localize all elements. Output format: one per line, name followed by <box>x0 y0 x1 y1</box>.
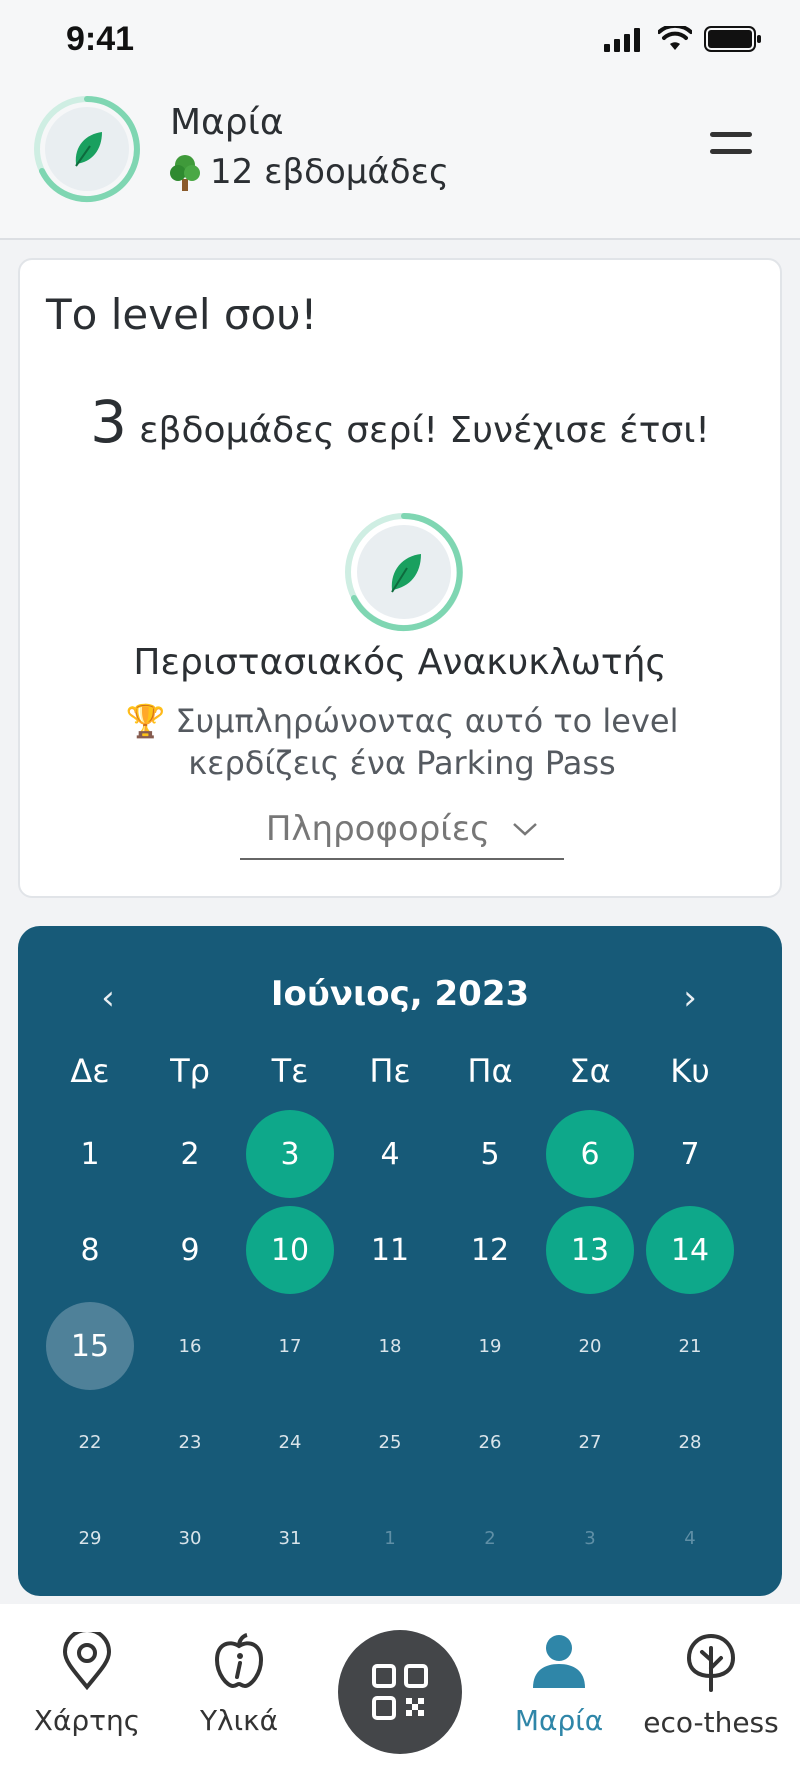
calendar-day[interactable]: 8 <box>46 1206 134 1294</box>
tree-icon <box>170 155 200 191</box>
chevron-down-icon <box>513 823 537 836</box>
streak-calendar: ‹ Ιούνιος, 2023 › Δε Τρ Τε Πε Πα Σα Κυ 1… <box>18 926 782 1596</box>
streak-label: 12 εβδομάδες <box>210 152 449 192</box>
status-bar: 9:41 <box>0 0 800 72</box>
calendar-day[interactable]: 17 <box>246 1302 334 1390</box>
calendar-day[interactable]: 9 <box>146 1206 234 1294</box>
qr-code-icon <box>372 1664 428 1720</box>
calendar-day[interactable]: 19 <box>446 1302 534 1390</box>
calendar-week: 29 30 31 1 2 3 4 <box>40 1490 740 1586</box>
streak-summary: 12 εβδομάδες <box>170 152 449 192</box>
avatar <box>34 96 140 202</box>
tab-eco-thess[interactable]: eco-thess <box>636 1632 786 1739</box>
calendar-day[interactable]: 27 <box>546 1398 634 1486</box>
calendar-day[interactable]: 2 <box>146 1110 234 1198</box>
bottom-tab-bar: Χάρτης Υλικά Μαρία eco-thess <box>0 1604 800 1778</box>
weekday-label: Δε <box>70 1052 110 1090</box>
weekday-label: Τρ <box>170 1052 210 1090</box>
level-badge <box>345 513 463 631</box>
tab-materials-label: Υλικά <box>199 1704 279 1737</box>
calendar-day[interactable]: 24 <box>246 1398 334 1486</box>
tab-materials[interactable]: Υλικά <box>164 1632 314 1737</box>
calendar-day[interactable]: 12 <box>446 1206 534 1294</box>
reward-description: 🏆 Συμπληρώνοντας αυτό το level κερδίζεις … <box>90 700 714 784</box>
menu-button[interactable] <box>710 132 752 164</box>
calendar-day[interactable]: 26 <box>446 1398 534 1486</box>
weekday-label: Πε <box>369 1052 411 1090</box>
calendar-day[interactable]: 28 <box>646 1398 734 1486</box>
calendar-day-completed[interactable]: 10 <box>246 1206 334 1294</box>
calendar-month: Ιούνιος, 2023 <box>270 974 530 1014</box>
streak-text: εβδομάδες σερί! Συνέχισε έτσι! <box>139 410 710 451</box>
menu-icon <box>710 132 752 137</box>
calendar-day-completed[interactable]: 14 <box>646 1206 734 1294</box>
trophy-icon: 🏆 <box>125 702 166 740</box>
calendar-day[interactable]: 18 <box>346 1302 434 1390</box>
level-card: Το level σου! 3 εβδομάδες σερί! Συνέχισε … <box>18 258 782 898</box>
calendar-day-next-month[interactable]: 1 <box>346 1494 434 1582</box>
calendar-day[interactable]: 22 <box>46 1398 134 1486</box>
calendar-day-next-month[interactable]: 2 <box>446 1494 534 1582</box>
info-dropdown[interactable]: Πληροφορίες <box>240 800 564 860</box>
weekday-label: Σα <box>569 1052 611 1090</box>
calendar-week: 8 9 10 11 12 13 14 <box>40 1202 740 1298</box>
weekday-label: Πα <box>467 1052 513 1090</box>
calendar-week: 15 16 17 18 19 20 21 <box>40 1298 740 1394</box>
calendar-day[interactable]: 31 <box>246 1494 334 1582</box>
weekday-label: Τε <box>271 1052 309 1090</box>
calendar-day[interactable]: 23 <box>146 1398 234 1486</box>
streak-count: 3 <box>90 388 128 456</box>
weekday-label: Κυ <box>670 1052 710 1090</box>
user-name: Μαρία <box>170 102 284 143</box>
tab-map-label: Χάρτης <box>33 1704 141 1737</box>
calendar-week: 1 2 3 4 5 6 7 <box>40 1106 740 1202</box>
tab-profile-label: Μαρία <box>514 1704 604 1737</box>
wifi-icon <box>658 26 692 50</box>
calendar-day-next-month[interactable]: 3 <box>546 1494 634 1582</box>
tab-eco-thess-label: eco-thess <box>643 1706 779 1739</box>
signal-icon <box>604 28 640 52</box>
info-label: Πληροφορίες <box>265 809 491 849</box>
tab-profile[interactable]: Μαρία <box>484 1632 634 1737</box>
calendar-day[interactable]: 11 <box>346 1206 434 1294</box>
calendar-day[interactable]: 21 <box>646 1302 734 1390</box>
profile-header: Μαρία 12 εβδομάδες <box>0 72 800 240</box>
status-icons <box>602 24 762 54</box>
calendar-day[interactable]: 16 <box>146 1302 234 1390</box>
battery-icon <box>704 26 761 52</box>
calendar-day[interactable]: 7 <box>646 1110 734 1198</box>
calendar-grid: Δε Τρ Τε Πε Πα Σα Κυ 1 2 3 4 5 6 7 8 9 1… <box>40 1036 740 1586</box>
apple-info-icon <box>214 1633 264 1689</box>
calendar-day-next-month[interactable]: 4 <box>646 1494 734 1582</box>
user-icon <box>533 1635 585 1688</box>
level-name: Περιστασιακός Ανακυκλωτής <box>133 642 667 683</box>
calendar-day[interactable]: 5 <box>446 1110 534 1198</box>
status-time: 9:41 <box>66 20 135 58</box>
next-month-button[interactable]: › <box>670 978 710 1018</box>
calendar-day-completed[interactable]: 13 <box>546 1206 634 1294</box>
level-title: Το level σου! <box>46 290 318 339</box>
tab-map[interactable]: Χάρτης <box>12 1632 162 1737</box>
weekday-row: Δε Τρ Τε Πε Πα Σα Κυ <box>40 1036 740 1106</box>
calendar-day-today[interactable]: 15 <box>46 1302 134 1390</box>
calendar-week: 22 23 24 25 26 27 28 <box>40 1394 740 1490</box>
streak-message: 3 εβδομάδες σερί! Συνέχισε έτσι! <box>20 388 780 456</box>
tree-icon <box>686 1633 736 1692</box>
calendar-day-completed[interactable]: 3 <box>246 1110 334 1198</box>
calendar-day[interactable]: 20 <box>546 1302 634 1390</box>
reward-text: Συμπληρώνοντας αυτό το level κερδίζεις έ… <box>175 702 679 782</box>
scan-qr-button[interactable] <box>338 1630 462 1754</box>
calendar-day[interactable]: 1 <box>46 1110 134 1198</box>
map-pin-icon <box>62 1632 112 1690</box>
calendar-day-completed[interactable]: 6 <box>546 1110 634 1198</box>
calendar-day[interactable]: 4 <box>346 1110 434 1198</box>
calendar-day[interactable]: 30 <box>146 1494 234 1582</box>
calendar-day[interactable]: 29 <box>46 1494 134 1582</box>
calendar-day[interactable]: 25 <box>346 1398 434 1486</box>
